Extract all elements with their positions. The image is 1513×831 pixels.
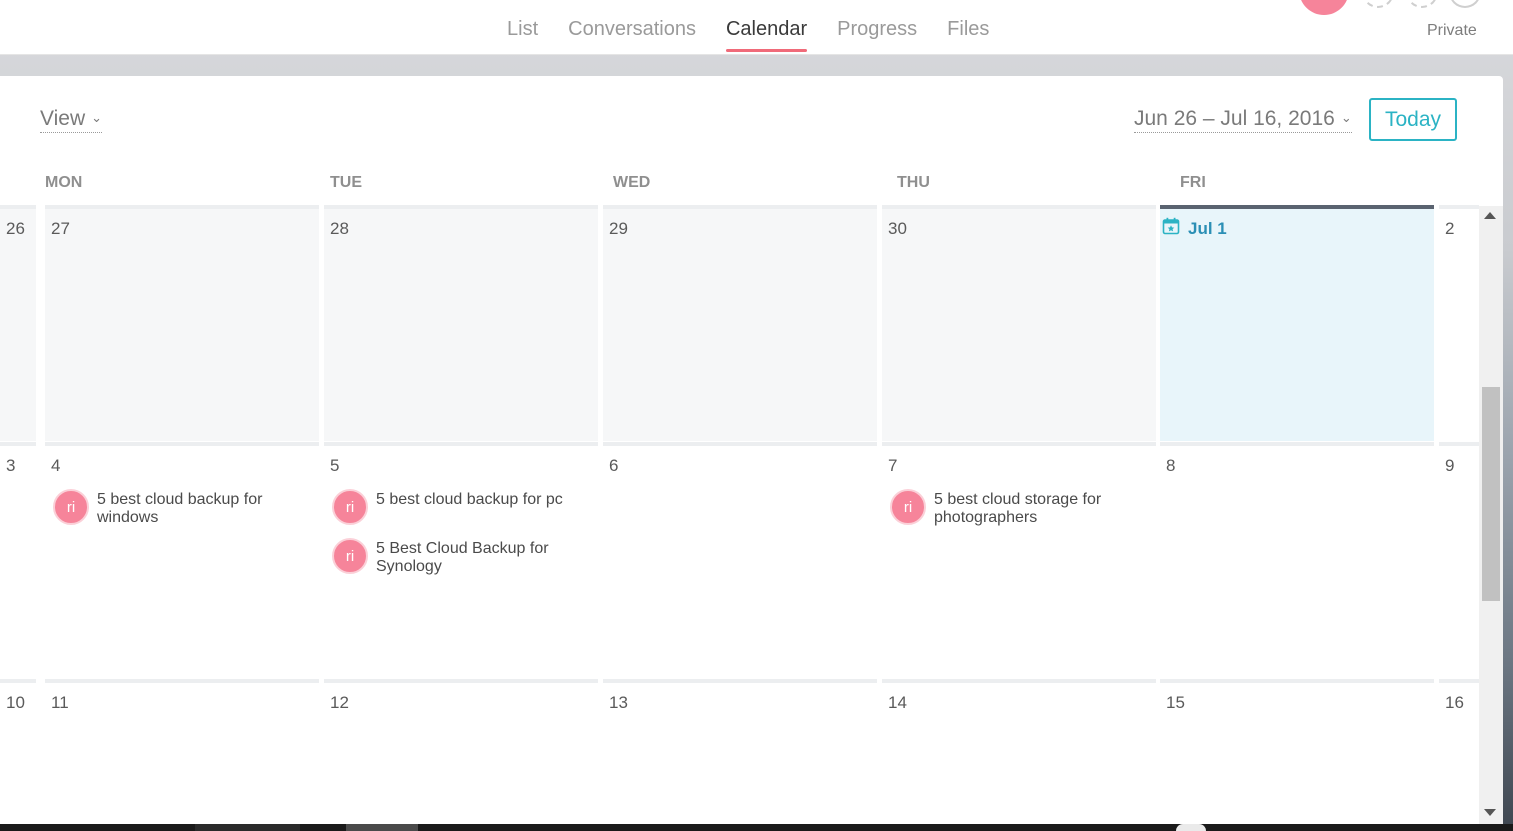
assignee-avatar: ri [332,538,368,574]
task-item[interactable]: ri 5 best cloud backup for pc [332,489,576,525]
taskbar-app[interactable] [195,824,300,831]
task-item[interactable]: ri 5 best cloud backup for windows [53,489,297,527]
day-cell[interactable]: 7 ri 5 best cloud storage for photograph… [882,442,1156,678]
add-member-placeholder[interactable] [1362,0,1394,8]
day-number: 13 [609,693,628,712]
project-tabs: List Conversations Calendar Progress Fil… [492,0,1004,54]
calendar-panel: View ⌄ Jun 26 – Jul 16, 2016 ⌄ Today MON T… [0,76,1503,824]
weekday-header: TUE [330,174,362,191]
day-cell[interactable]: 4 ri 5 best cloud backup for windows [45,442,319,678]
day-cell[interactable]: 14 [882,679,1156,824]
day-number: 8 [1166,456,1176,475]
add-member-placeholder[interactable] [1406,0,1438,8]
day-cell[interactable]: 5 ri 5 best cloud backup for pc ri 5 Bes… [324,442,598,678]
task-title: 5 Best Cloud Backup for Synology [376,540,549,575]
assignee-avatar: ri [332,489,368,525]
day-number: Jul 1 [1188,219,1227,238]
view-dropdown[interactable]: View ⌄ [40,107,103,133]
assignee-avatar: ri [53,489,89,525]
day-number: 5 [330,456,340,475]
day-number: 9 [1445,456,1455,475]
tab-files[interactable]: Files [932,0,1004,54]
weekday-header: FRI [1180,174,1206,191]
day-cell-weekend[interactable]: 10 [0,679,36,824]
day-cell[interactable]: 28 [324,205,598,441]
assignee-avatar: ri [890,489,926,525]
day-cell-weekend[interactable]: 3 [0,442,36,678]
taskbar-icon[interactable] [1176,824,1206,831]
weekday-header: WED [613,174,651,191]
chevron-down-icon: ⌄ [91,110,103,125]
task-item[interactable]: ri 5 Best Cloud Backup for Synology [332,538,576,576]
weekday-header: THU [897,174,930,191]
day-cell-today[interactable]: Jul 1 [1160,205,1434,441]
tab-conversations[interactable]: Conversations [553,0,711,54]
day-number: 2 [1445,219,1455,238]
calendar-scrollbar[interactable] [1479,206,1503,824]
day-cell-weekend[interactable]: 26 [0,205,36,441]
scrollbar-thumb[interactable] [1482,387,1500,601]
day-number: 12 [330,693,349,712]
day-cell[interactable]: 27 [45,205,319,441]
day-number: 11 [51,693,69,712]
day-cell[interactable]: 12 [324,679,598,824]
task-title: 5 best cloud storage for photographers [934,491,1102,526]
day-cell[interactable]: 29 [603,205,877,441]
member-avatar[interactable] [1299,0,1349,15]
chevron-down-icon: ⌄ [1340,110,1352,125]
day-number: 28 [330,219,349,238]
day-number: 7 [888,456,898,475]
day-number: 3 [6,456,16,475]
day-cell[interactable]: 15 [1160,679,1434,824]
task-item[interactable]: ri 5 best cloud storage for photographer… [890,489,1134,527]
day-number: 10 [6,693,25,712]
day-cell[interactable]: 30 [882,205,1156,441]
day-number: 6 [609,456,619,475]
day-number: 27 [51,219,70,238]
tab-progress[interactable]: Progress [822,0,932,54]
date-range-dropdown[interactable]: Jun 26 – Jul 16, 2016 ⌄ [1134,107,1352,133]
day-number: 14 [888,693,907,712]
day-cell-weekend[interactable]: 16 [1439,679,1479,824]
task-title: 5 best cloud backup for pc [376,491,563,508]
taskbar-app-active[interactable] [346,824,418,831]
day-cell-weekend[interactable]: 2 [1439,205,1479,441]
calendar-star-icon [1162,217,1180,235]
add-member-button[interactable] [1449,0,1481,8]
day-number: 4 [51,456,61,475]
scroll-up-arrow-icon[interactable] [1484,212,1496,219]
day-number: 29 [609,219,628,238]
day-cell[interactable]: 13 [603,679,877,824]
tab-calendar[interactable]: Calendar [711,0,822,54]
top-nav: List Conversations Calendar Progress Fil… [0,0,1513,55]
date-range-label: Jun 26 – Jul 16, 2016 [1134,107,1335,130]
privacy-label[interactable]: Private [1427,22,1477,40]
day-cell-weekend[interactable]: 9 [1439,442,1479,678]
tab-list[interactable]: List [492,0,553,54]
day-number: 26 [6,219,25,238]
day-cell[interactable]: 6 [603,442,877,678]
scroll-down-arrow-icon[interactable] [1484,809,1496,816]
task-title: 5 best cloud backup for windows [97,491,263,526]
today-button[interactable]: Today [1369,98,1457,141]
day-cell[interactable]: 11 [45,679,319,824]
weekday-header: MON [45,174,83,191]
view-label: View [40,107,86,130]
day-number: 15 [1166,693,1185,712]
day-number: 16 [1445,693,1464,712]
os-taskbar [0,824,1513,831]
day-cell[interactable]: 8 [1160,442,1434,678]
day-number: 30 [888,219,907,238]
